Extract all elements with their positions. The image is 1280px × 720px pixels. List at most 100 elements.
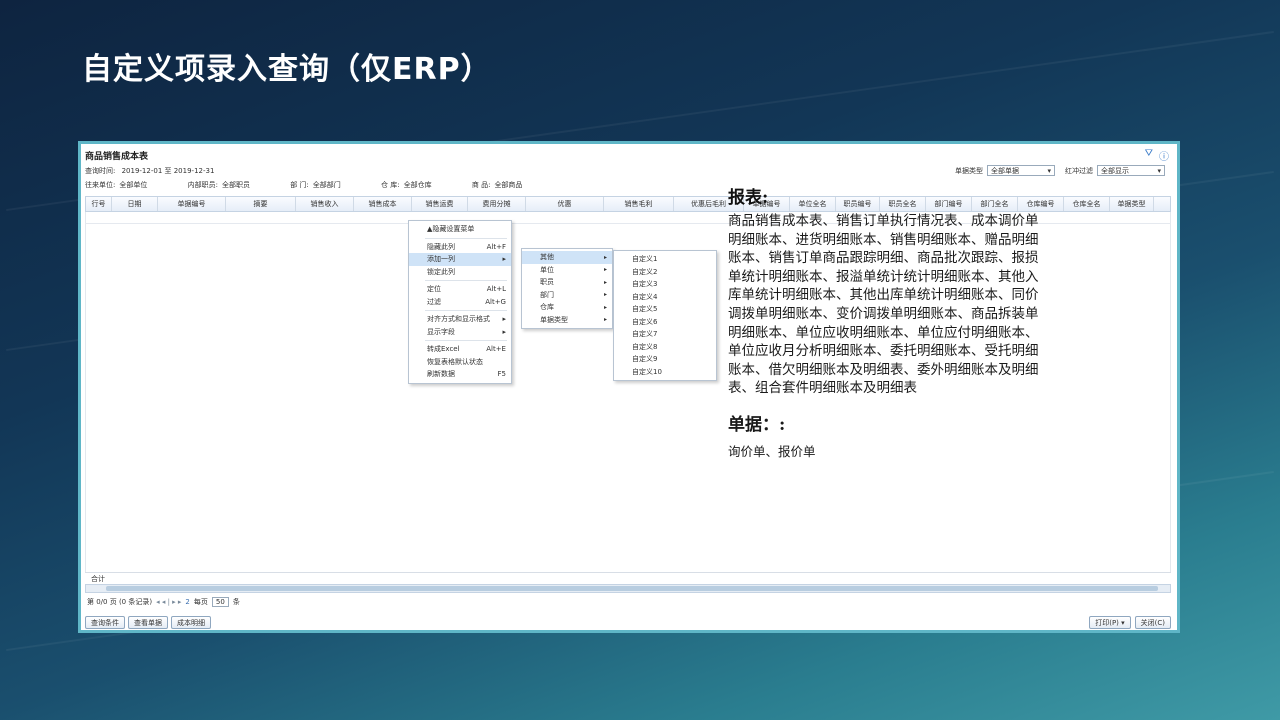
chevron-right-icon: ▸ xyxy=(603,291,607,299)
menu-item-label: 刷新数据 xyxy=(427,370,455,379)
menu-item-label: ▲隐藏设置菜单 xyxy=(427,225,475,234)
unit-label: 往来单位: xyxy=(85,181,116,189)
menu-item-label: 添加一列 xyxy=(427,255,455,264)
custom-field-item[interactable]: 自定义10 xyxy=(614,366,716,379)
menu-item[interactable]: 过滤 Alt+G xyxy=(409,296,511,309)
menu-item[interactable]: 添加一列 ▸ xyxy=(409,253,511,266)
column-header[interactable]: 单据类型 xyxy=(1110,197,1154,211)
page-nav[interactable]: ◂ ◂ | ▸ ▸ xyxy=(156,598,181,606)
reports-heading: 报表: xyxy=(728,188,769,208)
menu-separator xyxy=(425,340,507,341)
total-label: 合计 xyxy=(91,575,105,583)
submenu-item[interactable]: 其他 ▸ xyxy=(522,251,612,264)
submenu-item[interactable]: 单位 ▸ xyxy=(522,264,612,277)
menu-separator xyxy=(425,280,507,281)
submenu-item-label: 仓库 xyxy=(540,303,554,312)
column-header[interactable]: 销售成本 xyxy=(354,197,412,211)
menu-item-shortcut: Alt+G xyxy=(485,297,506,306)
per-page-unit: 条 xyxy=(232,598,240,606)
info-overlay: 报表: 商品销售成本表、销售订单执行情况表、成本调价单明细账本、进货明细账本、销… xyxy=(728,183,1048,460)
menu-item-label: 锁定此列 xyxy=(427,267,455,276)
custom-field-item[interactable]: 自定义8 xyxy=(614,341,716,354)
chevron-right-icon: ▸ xyxy=(603,278,607,286)
column-header[interactable]: 日期 xyxy=(112,197,158,211)
chevron-down-icon: ▾ xyxy=(1047,166,1051,175)
query-conditions-button[interactable]: 查询条件 xyxy=(85,616,125,629)
per-page-label: 每页 xyxy=(193,598,208,606)
menu-item-label: 过滤 xyxy=(427,297,441,306)
custom-field-item[interactable]: 自定义9 xyxy=(614,353,716,366)
menu-item[interactable]: 对齐方式和显示格式 ▸ xyxy=(409,313,511,326)
page-number[interactable]: 2 xyxy=(185,598,189,606)
print-button[interactable]: 打印(P) ▾ xyxy=(1089,616,1131,629)
chevron-right-icon: ▸ xyxy=(603,266,607,274)
total-row: 合计 xyxy=(85,572,1171,584)
menu-item[interactable]: 转成Excel Alt+E xyxy=(409,343,511,356)
window-title: 商品销售成本表 xyxy=(85,152,149,162)
goods-value[interactable]: 全部商品 xyxy=(494,181,522,189)
submenu-item-label: 职员 xyxy=(540,278,554,287)
menu-item-shortcut: ▸ xyxy=(502,315,506,324)
staff-label: 内部职员: xyxy=(187,181,218,189)
doc-type-label: 单据类型 xyxy=(955,166,983,175)
menu-item[interactable]: 刷新数据 F5 xyxy=(409,368,511,381)
horizontal-scrollbar[interactable] xyxy=(85,584,1171,593)
date-label: 查询时间: xyxy=(85,167,116,175)
menu-item[interactable]: 定位 Alt+L xyxy=(409,283,511,296)
submenu-item[interactable]: 单据类型 ▸ xyxy=(522,314,612,327)
warehouse-value[interactable]: 全部仓库 xyxy=(404,181,432,189)
column-header[interactable]: 销售毛利 xyxy=(604,197,674,211)
reports-list: 商品销售成本表、销售订单执行情况表、成本调价单明细账本、进货明细账本、销售明细账… xyxy=(728,213,1039,397)
custom-field-submenu: 自定义1 自定义2 自定义3 自定义4 自定义5 自定义6 自定义7 自定义8 自定义9 自定义1… xyxy=(613,250,717,381)
doc-type-value: 全部单据 xyxy=(991,166,1019,175)
menu-item-shortcut: Alt+F xyxy=(486,242,506,251)
column-header[interactable]: 行号 xyxy=(86,197,112,211)
menu-item-label: 对齐方式和显示格式 xyxy=(427,315,490,324)
column-header[interactable]: 仓库全名 xyxy=(1064,197,1110,211)
menu-item-shortcut: ▸ xyxy=(502,255,506,264)
column-header[interactable]: 销售收入 xyxy=(296,197,354,211)
menu-item[interactable]: 锁定此列 xyxy=(409,266,511,279)
dept-value[interactable]: 全部部门 xyxy=(313,181,341,189)
unit-value[interactable]: 全部单位 xyxy=(119,181,147,189)
menu-item-shortcut: ▸ xyxy=(502,327,506,336)
slide-title: 自定义项录入查询（仅ERP） xyxy=(82,52,492,87)
column-header[interactable]: 单据编号 xyxy=(158,197,226,211)
menu-item[interactable]: 隐藏此列 Alt+F xyxy=(409,241,511,254)
close-button[interactable]: 关闭(C) xyxy=(1134,616,1171,629)
column-header[interactable]: 摘要 xyxy=(226,197,296,211)
documents-heading: 单据：: xyxy=(728,414,786,435)
submenu-item-label: 其他 xyxy=(540,253,554,262)
per-page-input[interactable]: 50 xyxy=(211,597,229,607)
column-header[interactable]: 费用分摊 xyxy=(468,197,526,211)
menu-item[interactable]: 恢复表格默认状态 xyxy=(409,356,511,369)
red-filter-label: 红冲过滤 xyxy=(1065,166,1093,175)
custom-field-item[interactable]: 自定义5 xyxy=(614,303,716,316)
column-header[interactable]: 优惠 xyxy=(526,197,604,211)
custom-field-item[interactable]: 自定义7 xyxy=(614,328,716,341)
custom-field-item[interactable]: 自定义4 xyxy=(614,291,716,304)
date-value[interactable]: 2019-12-01 至 2019-12-31 xyxy=(122,167,215,175)
scrollbar-thumb[interactable] xyxy=(106,586,1158,591)
menu-item[interactable]: 显示字段 ▸ xyxy=(409,326,511,339)
submenu-item[interactable]: 职员 ▸ xyxy=(522,276,612,289)
date-filter: 查询时间: 2019-12-01 至 2019-12-31 xyxy=(85,166,218,176)
column-header[interactable]: 销售运费 xyxy=(412,197,468,211)
doc-type-select[interactable]: 全部单据 ▾ xyxy=(987,165,1055,176)
dept-label: 部 门: xyxy=(290,181,309,189)
red-filter-select[interactable]: 全部显示 ▾ xyxy=(1097,165,1165,176)
submenu-item[interactable]: 仓库 ▸ xyxy=(522,301,612,314)
menu-item-shortcut: Alt+L xyxy=(486,285,506,294)
custom-field-item[interactable]: 自定义1 xyxy=(614,253,716,266)
pager: 第 0/0 页 (0 条记录) ◂ ◂ | ▸ ▸ 2 每页 50 条 xyxy=(87,597,240,607)
help-icon[interactable]: ⓘ xyxy=(1159,148,1169,163)
filter-icon[interactable]: ⛛ xyxy=(1145,148,1153,163)
staff-value[interactable]: 全部职员 xyxy=(222,181,250,189)
custom-field-item[interactable]: 自定义6 xyxy=(614,316,716,329)
custom-field-item[interactable]: 自定义3 xyxy=(614,278,716,291)
view-document-button[interactable]: 查看单据 xyxy=(128,616,168,629)
submenu-item[interactable]: 部门 ▸ xyxy=(522,289,612,302)
custom-field-item[interactable]: 自定义2 xyxy=(614,266,716,279)
menu-item[interactable]: ▲隐藏设置菜单 xyxy=(409,223,511,236)
cost-detail-button[interactable]: 成本明细 xyxy=(171,616,211,629)
